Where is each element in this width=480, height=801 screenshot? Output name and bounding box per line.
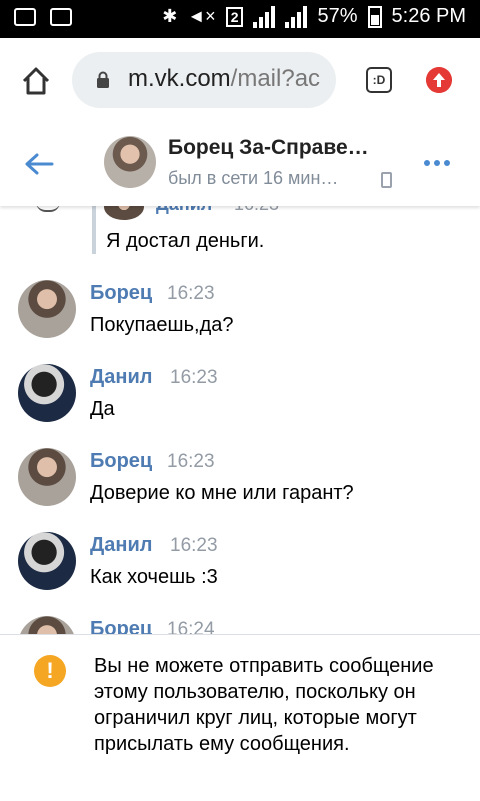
message-time: 16:24	[167, 619, 215, 634]
sender-avatar[interactable]	[18, 532, 76, 590]
message-sender[interactable]: Борец	[90, 618, 152, 634]
gallery-notification-icon	[50, 8, 72, 26]
message-sender[interactable]: Данил	[90, 534, 152, 557]
chat-header: Борец За-Справе… был в сети 16 мин…	[0, 124, 480, 206]
message-list[interactable]: Данил 16:23 Я достал деньги. Борец 16:23…	[0, 206, 480, 634]
url-host: m.vk.com	[128, 65, 231, 92]
contact-last-seen: был в сети 16 мин…	[168, 168, 339, 188]
mobile-device-icon	[381, 172, 392, 188]
message-text: Доверие ко мне или гарант?	[90, 482, 354, 504]
bluetooth-icon: ✱	[162, 6, 178, 26]
cannot-send-notice: ! Вы не можете отправить сообщение этому…	[0, 634, 480, 801]
message-time: 16:23	[167, 283, 215, 304]
messages-notification-icon	[14, 8, 36, 26]
signal-icon-2	[285, 5, 308, 28]
message-time: 16:23	[170, 367, 218, 388]
message-text: Как хочешь :3	[90, 566, 218, 588]
url-text: m.vk.com/mail?ac	[128, 65, 320, 93]
tab-switcher-button[interactable]: :D	[366, 67, 392, 93]
message-sender[interactable]: Борец	[90, 282, 152, 305]
sender-avatar[interactable]	[18, 364, 76, 422]
sim-slot-badge: 2	[225, 6, 244, 27]
avatar-edge	[36, 206, 60, 212]
notice-text: Вы не можете отправить сообщение этому п…	[94, 655, 434, 755]
contact-name[interactable]: Борец За-Справе…	[168, 136, 369, 160]
lock-icon	[97, 71, 109, 88]
warning-icon: !	[34, 655, 66, 687]
address-bar[interactable]: m.vk.com/mail?ac	[72, 52, 336, 108]
more-options-icon[interactable]	[424, 160, 450, 166]
signal-icon	[253, 5, 276, 28]
sender-avatar[interactable]	[18, 280, 76, 338]
quoted-time: 16:23	[234, 206, 279, 215]
quote-bar	[92, 206, 96, 254]
clock: 5:26 PM	[391, 5, 466, 27]
battery-percent: 57%	[317, 5, 358, 27]
battery-icon	[367, 5, 382, 28]
back-arrow-icon[interactable]	[24, 152, 54, 176]
mute-icon: ◄×	[187, 6, 216, 26]
quoted-sender: Данил	[156, 206, 212, 215]
quoted-avatar	[104, 206, 144, 220]
message-sender[interactable]: Борец	[90, 450, 152, 473]
sender-avatar[interactable]	[18, 448, 76, 506]
update-icon[interactable]	[426, 67, 452, 93]
quoted-text: Я достал деньги.	[106, 230, 265, 252]
sender-avatar[interactable]	[18, 616, 76, 634]
browser-toolbar: m.vk.com/mail?ac :D	[0, 38, 480, 124]
message-time: 16:23	[167, 451, 215, 472]
message-text: Покупаешь,да?	[90, 314, 234, 336]
url-path: /mail?ac	[230, 65, 321, 92]
message-text: Да	[90, 398, 115, 420]
message-sender[interactable]: Данил	[90, 366, 152, 389]
status-bar: ✱ ◄× 2 57% 5:26 PM	[0, 0, 480, 38]
home-icon[interactable]	[20, 65, 52, 97]
message-time: 16:23	[170, 535, 218, 556]
contact-avatar[interactable]	[104, 136, 156, 188]
